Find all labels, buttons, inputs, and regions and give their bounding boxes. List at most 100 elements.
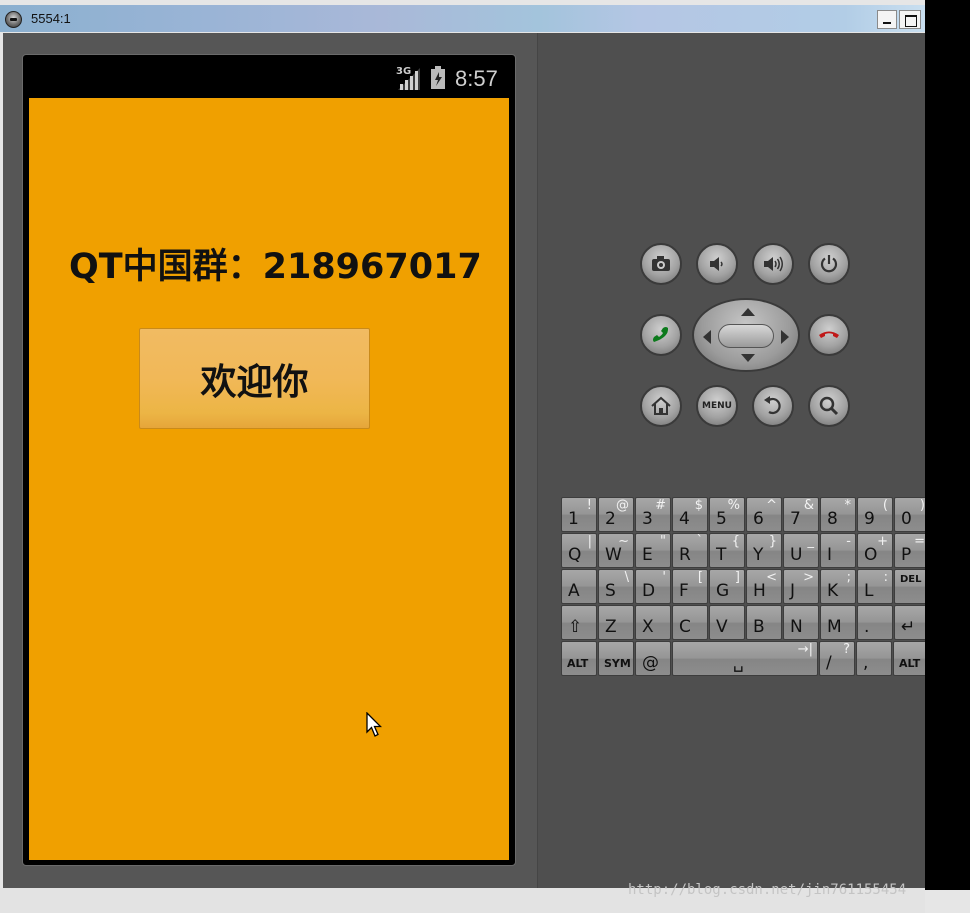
key-g[interactable]: G] — [709, 569, 745, 604]
black-edge — [925, 0, 970, 890]
key-alt[interactable]: ALT — [561, 641, 597, 676]
key-1[interactable]: 1! — [561, 497, 597, 532]
key-c[interactable]: C — [672, 605, 708, 640]
key-label: J — [790, 581, 796, 601]
power-button[interactable] — [808, 243, 850, 285]
key-label: A — [568, 581, 580, 601]
key-shift[interactable]: ⇧ — [561, 605, 597, 640]
key-b[interactable]: B — [746, 605, 782, 640]
key-shift-label: _ — [807, 534, 815, 549]
key-6[interactable]: 6 ^ — [746, 497, 782, 532]
key-/[interactable]: /? — [819, 641, 855, 676]
call-button[interactable] — [640, 314, 682, 356]
key-alt[interactable]: ALT — [893, 641, 925, 676]
dpad[interactable] — [692, 298, 800, 372]
welcome-button[interactable]: 欢迎你 — [139, 328, 370, 429]
key-space[interactable]: ␣ →| — [672, 641, 818, 676]
key-u[interactable]: U _ — [783, 533, 819, 568]
key-j[interactable]: J > — [783, 569, 819, 604]
key-t[interactable]: T{ — [709, 533, 745, 568]
key-label: ↵ — [901, 617, 916, 637]
key-sym[interactable]: SYM — [598, 641, 634, 676]
maximize-button[interactable] — [899, 10, 921, 29]
key-4[interactable]: 4 $ — [672, 497, 708, 532]
key-shift-label: { — [731, 534, 740, 549]
dpad-center-button[interactable] — [718, 324, 774, 348]
key-label: S — [605, 581, 616, 601]
volume-up-button[interactable] — [752, 243, 794, 285]
key-enter[interactable]: ↵ — [894, 605, 925, 640]
key-8[interactable]: 8 * — [820, 497, 856, 532]
key-s[interactable]: S \ — [598, 569, 634, 604]
key-label: H — [753, 581, 766, 601]
key-r[interactable]: R ` — [672, 533, 708, 568]
key-.[interactable]: . — [857, 605, 893, 640]
key-a[interactable]: A — [561, 569, 597, 604]
key-f[interactable]: F[ — [672, 569, 708, 604]
key-h[interactable]: H < — [746, 569, 782, 604]
key-e[interactable]: E " — [635, 533, 671, 568]
key-,[interactable]: , — [856, 641, 892, 676]
key-shift-label: ] — [734, 570, 740, 585]
key-2[interactable]: 2 @ — [598, 497, 634, 532]
key-label: R — [679, 545, 691, 565]
home-button[interactable] — [640, 385, 682, 427]
menu-button[interactable]: MENU — [696, 385, 738, 427]
key-label: 7 — [790, 509, 801, 529]
key-w[interactable]: W ~ — [598, 533, 634, 568]
end-call-button[interactable] — [808, 314, 850, 356]
key-z[interactable]: Z — [598, 605, 634, 640]
qq-group-label: QT中国群：218967017 — [69, 247, 482, 286]
key-d[interactable]: D ' — [635, 569, 671, 604]
dpad-left-icon[interactable] — [703, 330, 711, 344]
key-shift-label: # — [655, 498, 666, 513]
window-title: 5554:1 — [31, 11, 71, 26]
key-label: E — [642, 545, 653, 565]
key-label: G — [716, 581, 730, 601]
dpad-up-icon[interactable] — [741, 308, 755, 316]
search-button[interactable] — [808, 385, 850, 427]
key-l[interactable]: L: — [857, 569, 893, 604]
camera-icon — [652, 256, 670, 271]
key-del[interactable]: DEL — [894, 569, 925, 604]
key-3[interactable]: 3 # — [635, 497, 671, 532]
key-shift-label: + — [877, 534, 888, 549]
camera-button[interactable] — [640, 243, 682, 285]
minimize-button[interactable] — [877, 10, 897, 29]
key-label: 9 — [864, 509, 875, 529]
key-i[interactable]: I- — [820, 533, 856, 568]
key-5[interactable]: 5% — [709, 497, 745, 532]
key-m[interactable]: M — [820, 605, 856, 640]
key-q[interactable]: Q | — [561, 533, 597, 568]
key-y[interactable]: Y} — [746, 533, 782, 568]
key-0[interactable]: 0) — [894, 497, 925, 532]
key-v[interactable]: V — [709, 605, 745, 640]
key-label: ␣ — [733, 653, 744, 673]
key-o[interactable]: O + — [857, 533, 893, 568]
key-k[interactable]: K; — [820, 569, 856, 604]
key-label: O — [864, 545, 878, 565]
title-bar[interactable]: 5554:1 — [0, 5, 925, 32]
keyboard-row: ALT SYM @ ␣ →| /?, ALT — [561, 641, 925, 677]
volume-down-button[interactable] — [696, 243, 738, 285]
android-app-icon — [5, 11, 22, 28]
dpad-down-icon[interactable] — [741, 354, 755, 362]
key-x[interactable]: X — [635, 605, 671, 640]
signal-icon — [398, 68, 420, 90]
volume-up-icon — [764, 256, 783, 272]
key-label: 6 — [753, 509, 764, 529]
key-n[interactable]: N — [783, 605, 819, 640]
key-label: 5 — [716, 509, 727, 529]
key-p[interactable]: P = — [894, 533, 925, 568]
key-@[interactable]: @ — [635, 641, 671, 676]
key-label: @ — [642, 653, 659, 673]
key-shift-label: : — [883, 570, 888, 585]
dpad-right-icon[interactable] — [781, 330, 789, 344]
key-shift-label: } — [768, 534, 777, 549]
back-button[interactable] — [752, 385, 794, 427]
key-7[interactable]: 7 & — [783, 497, 819, 532]
mouse-cursor-icon — [366, 712, 382, 737]
key-9[interactable]: 9( — [857, 497, 893, 532]
key-shift-label: ; — [846, 570, 851, 585]
key-shift-label: ' — [662, 570, 666, 585]
